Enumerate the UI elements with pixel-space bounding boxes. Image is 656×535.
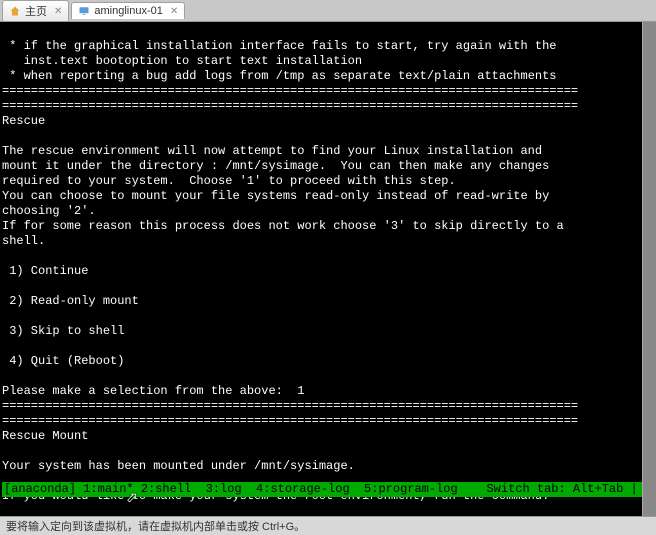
terminal-line: mount it under the directory : /mnt/sysi… xyxy=(2,159,549,173)
rescue-title: Rescue xyxy=(2,114,45,128)
terminal-hr: ========================================… xyxy=(2,84,578,98)
close-icon[interactable]: ✕ xyxy=(54,6,62,17)
terminal-line: * if the graphical installation interfac… xyxy=(2,39,557,53)
vm-status-bar: 要将输入定向到该虚拟机，请在虚拟机内部单击或按 Ctrl+G。 xyxy=(0,516,656,535)
vm-hint-text: 要将输入定向到该虚拟机，请在虚拟机内部单击或按 Ctrl+G。 xyxy=(6,518,305,534)
close-icon[interactable]: ✕ xyxy=(170,6,178,17)
menu-option: 4) Quit (Reboot) xyxy=(9,354,124,368)
terminal-line: choosing '2'. xyxy=(2,204,96,218)
terminal-hr: ========================================… xyxy=(2,399,578,413)
terminal-hr: ========================================… xyxy=(2,414,578,428)
scrollbar[interactable] xyxy=(642,22,656,516)
menu-option: 1) Continue xyxy=(9,264,88,278)
terminal-line: shell. xyxy=(2,234,45,248)
tab-bar: 主页 ✕ aminglinux-01 ✕ xyxy=(0,0,656,22)
terminal-line: Your system has been mounted under /mnt/… xyxy=(2,459,355,473)
tab-label: 主页 xyxy=(25,3,47,19)
terminal-line: The rescue environment will now attempt … xyxy=(2,144,542,158)
terminal-hr: ========================================… xyxy=(2,99,578,113)
terminal-line: * when reporting a bug add logs from /tm… xyxy=(2,69,557,83)
menu-option: 3) Skip to shell xyxy=(9,324,124,338)
tab-label: aminglinux-01 xyxy=(94,5,162,17)
scroll-thumb[interactable] xyxy=(643,22,656,516)
tab-home[interactable]: 主页 ✕ xyxy=(2,0,69,21)
tab-vm[interactable]: aminglinux-01 ✕ xyxy=(71,2,185,19)
terminal-line: You can choose to mount your file system… xyxy=(2,189,549,203)
rescue-mount-title: Rescue Mount xyxy=(2,429,88,443)
terminal-line: inst.text bootoption to start text insta… xyxy=(2,54,362,68)
menu-option: 2) Read-only mount xyxy=(9,294,139,308)
selection-prompt: Please make a selection from the above: … xyxy=(2,384,304,398)
terminal-line: If for some reason this process does not… xyxy=(2,219,564,233)
terminal-output[interactable]: * if the graphical installation interfac… xyxy=(0,22,656,516)
terminal-line: required to your system. Choose '1' to p… xyxy=(2,174,456,188)
vm-icon xyxy=(78,5,90,17)
anaconda-statusbar: [anaconda] 1:main* 2:shell 3:log 4:stora… xyxy=(2,482,654,497)
home-icon xyxy=(9,5,21,17)
